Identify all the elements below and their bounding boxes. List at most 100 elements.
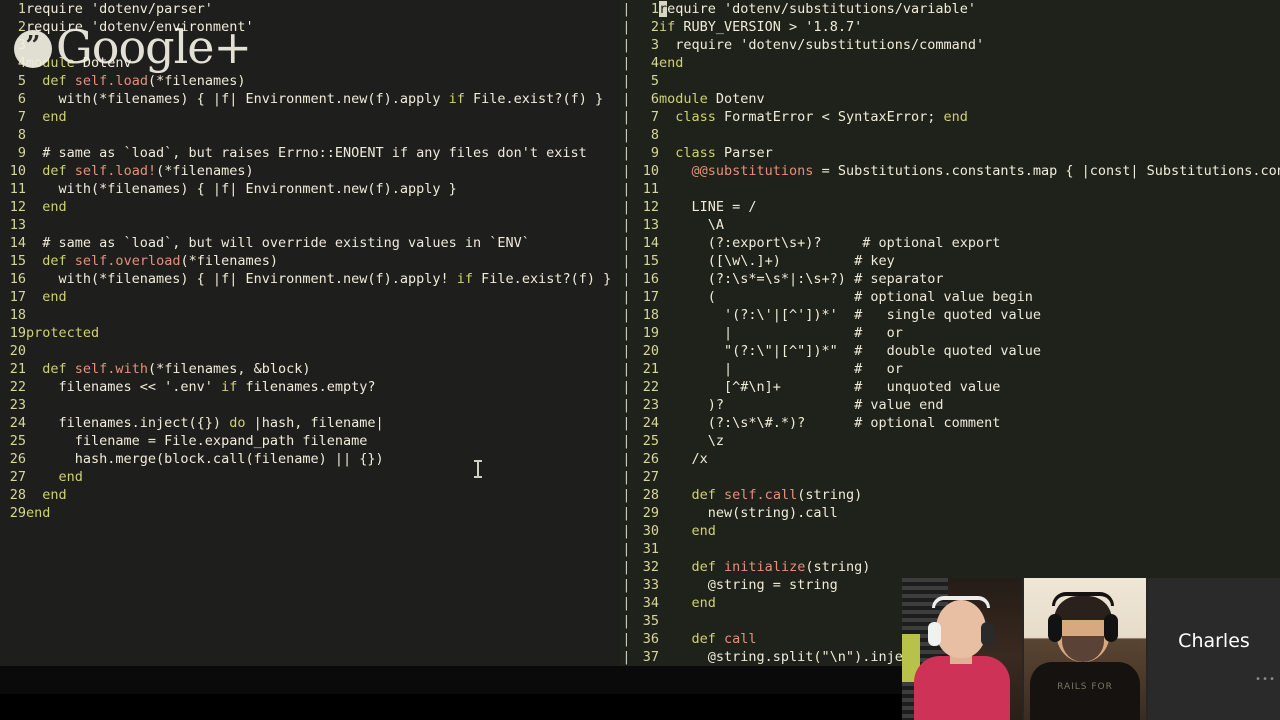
- code-line[interactable]: 24 filenames.inject({}) do |hash, filena…: [0, 414, 620, 432]
- code-line[interactable]: 16 with(*filenames) { |f| Environment.ne…: [0, 270, 620, 288]
- code-line[interactable]: | 30 end: [620, 522, 1280, 540]
- code-line[interactable]: 9 # same as `load`, but raises Errno::EN…: [0, 144, 620, 162]
- code-line[interactable]: | 28 def self.call(string): [620, 486, 1280, 504]
- window-separator: |: [622, 19, 631, 35]
- window-separator: |: [622, 559, 631, 575]
- code-line[interactable]: 27 end: [0, 468, 620, 486]
- line-content: require 'dotenv/environment': [26, 18, 620, 36]
- code-line[interactable]: | 29 new(string).call: [620, 504, 1280, 522]
- code-line[interactable]: | 23 )? # value end: [620, 396, 1280, 414]
- code-token: do: [229, 415, 246, 431]
- window-separator: |: [622, 127, 631, 143]
- editor-pane-dotenv-rb[interactable]: 1 require 'dotenv/parser' 2 require 'doten…: [0, 0, 620, 666]
- line-content: require 'dotenv/parser': [26, 0, 620, 18]
- code-line[interactable]: 6 with(*filenames) { |f| Environment.new…: [0, 90, 620, 108]
- code-line[interactable]: 12 end: [0, 198, 620, 216]
- participant-video-1[interactable]: [902, 578, 1022, 720]
- participant-name-panel[interactable]: Charles •••: [1148, 578, 1280, 720]
- code-token: # value end: [854, 397, 944, 413]
- code-line[interactable]: 15 def self.overload(*filenames): [0, 252, 620, 270]
- code-token: (*filenames, &block): [147, 361, 311, 377]
- code-line[interactable]: | 11: [620, 180, 1280, 198]
- window-separator: |: [622, 253, 631, 269]
- code-line[interactable]: | 20 "(?:\"|[^"])*" # double quoted value: [620, 342, 1280, 360]
- code-line[interactable]: | 5: [620, 72, 1280, 90]
- code-line[interactable]: | 27: [620, 468, 1280, 486]
- code-token: class: [675, 145, 716, 161]
- code-line[interactable]: 25 filename = File.expand_path filename: [0, 432, 620, 450]
- code-line[interactable]: 14 # same as `load`, but will override e…: [0, 234, 620, 252]
- code-line[interactable]: | 1 require 'dotenv/substitutions/variabl…: [620, 0, 1280, 18]
- code-line[interactable]: | 9 class Parser: [620, 144, 1280, 162]
- window-separator: |: [622, 235, 631, 251]
- code-line[interactable]: 4 module Dotenv: [0, 54, 620, 72]
- line-number: 1: [9, 1, 26, 17]
- cam2-headphone-left: [1048, 614, 1062, 642]
- code-line[interactable]: | 32 def initialize(string): [620, 558, 1280, 576]
- code-token: if: [221, 379, 238, 395]
- code-line[interactable]: | 22 [^#\n]+ # unquoted value: [620, 378, 1280, 396]
- code-line[interactable]: 10 def self.load!(*filenames): [0, 162, 620, 180]
- line-number: 20: [642, 343, 659, 359]
- code-line[interactable]: 21 def self.with(*filenames, &block): [0, 360, 620, 378]
- line-number: 3: [642, 37, 659, 53]
- code-line[interactable]: 29 end: [0, 504, 620, 522]
- code-token: FormatError < SyntaxError;: [715, 109, 944, 125]
- code-line[interactable]: | 2 if RUBY_VERSION > '1.8.7': [620, 18, 1280, 36]
- code-line[interactable]: | 26 /x: [620, 450, 1280, 468]
- code-line[interactable]: 7 end: [0, 108, 620, 126]
- code-line[interactable]: | 10 @@substitutions = Substitutions.cons…: [620, 162, 1280, 180]
- code-line[interactable]: 5 def self.load(*filenames): [0, 72, 620, 90]
- code-line[interactable]: 28 end: [0, 486, 620, 504]
- line-content: new(string).call: [659, 504, 1280, 522]
- participant-video-2[interactable]: RAILS FOR: [1024, 578, 1146, 720]
- code-line[interactable]: | 13 \A: [620, 216, 1280, 234]
- line-content: \A: [659, 216, 1280, 234]
- code-line[interactable]: 26 hash.merge(block.call(filename) || {}…: [0, 450, 620, 468]
- code-line[interactable]: | 12 LINE = /: [620, 198, 1280, 216]
- code-line[interactable]: | 15 ([\w\.]+) # key: [620, 252, 1280, 270]
- code-line[interactable]: | 4 end: [620, 54, 1280, 72]
- code-line[interactable]: | 21 | # or: [620, 360, 1280, 378]
- line-number: 31: [642, 541, 659, 557]
- editor-pane-parser-rb[interactable]: | 1 require 'dotenv/substitutions/variabl…: [620, 0, 1280, 666]
- code-buffer-parser-rb[interactable]: | 1 require 'dotenv/substitutions/variabl…: [620, 0, 1280, 666]
- code-line[interactable]: | 24 (?:\s*\#.*)? # optional comment: [620, 414, 1280, 432]
- code-line[interactable]: 18: [0, 306, 620, 324]
- code-line[interactable]: | 16 (?:\s*=\s*|:\s+?) # separator: [620, 270, 1280, 288]
- code-line[interactable]: 3: [0, 36, 620, 54]
- code-line[interactable]: | 14 (?:export\s+)? # optional export: [620, 234, 1280, 252]
- code-line[interactable]: 23: [0, 396, 620, 414]
- code-line[interactable]: 8: [0, 126, 620, 144]
- code-line[interactable]: 20: [0, 342, 620, 360]
- window-separator: |: [622, 433, 631, 449]
- code-line[interactable]: | 18 '(?:\'|[^'])*' # single quoted value: [620, 306, 1280, 324]
- code-line[interactable]: | 19 | # or: [620, 324, 1280, 342]
- code-line[interactable]: | 17 ( # optional value begin: [620, 288, 1280, 306]
- line-content: class FormatError < SyntaxError; end: [659, 108, 1280, 126]
- code-token: # or: [854, 325, 903, 341]
- code-line[interactable]: | 31: [620, 540, 1280, 558]
- code-line[interactable]: 11 with(*filenames) { |f| Environment.ne…: [0, 180, 620, 198]
- code-token: |: [659, 361, 855, 377]
- line-number: 10: [642, 163, 659, 179]
- code-line[interactable]: 19 protected: [0, 324, 620, 342]
- code-line[interactable]: 13: [0, 216, 620, 234]
- code-buffer-dotenv-rb[interactable]: 1 require 'dotenv/parser' 2 require 'doten…: [0, 0, 620, 666]
- code-line[interactable]: | 25 \z: [620, 432, 1280, 450]
- code-token: (*filenames): [156, 163, 254, 179]
- code-line[interactable]: 17 end: [0, 288, 620, 306]
- code-line[interactable]: 22 filenames << '.env' if filenames.empt…: [0, 378, 620, 396]
- code-line[interactable]: | 7 class FormatError < SyntaxError; end: [620, 108, 1280, 126]
- code-token: # optional comment: [854, 415, 1001, 431]
- line-number: 15: [9, 253, 26, 269]
- code-line[interactable]: 2 require 'dotenv/environment': [0, 18, 620, 36]
- code-line[interactable]: | 8: [620, 126, 1280, 144]
- code-token: module: [659, 91, 708, 107]
- code-line[interactable]: | 3 require 'dotenv/substitutions/comman…: [620, 36, 1280, 54]
- code-line[interactable]: 1 require 'dotenv/parser': [0, 0, 620, 18]
- line-number: 26: [9, 451, 26, 467]
- code-line[interactable]: | 6 module Dotenv: [620, 90, 1280, 108]
